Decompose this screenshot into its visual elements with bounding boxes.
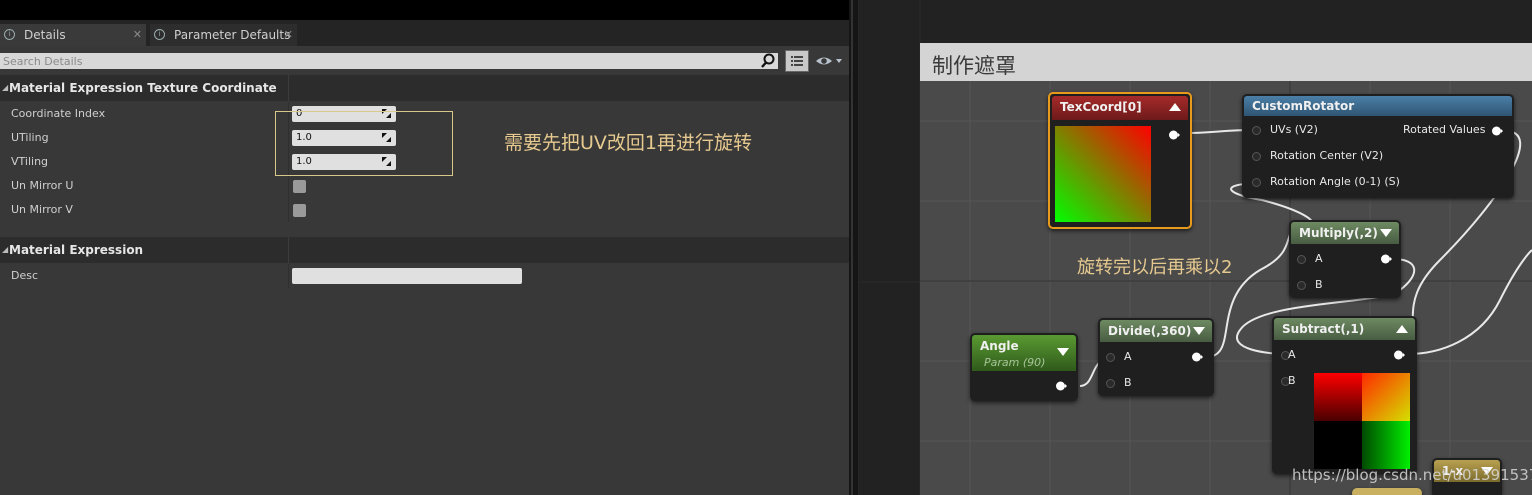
pin-label: Rotation Center (V2) xyxy=(1270,149,1384,162)
output-pin-icon[interactable] xyxy=(1492,126,1503,136)
pin-label: UVs (V2) xyxy=(1270,123,1318,136)
node-header: CustomRotator xyxy=(1244,96,1512,116)
uvs-input-pin[interactable] xyxy=(1252,126,1261,135)
pin-label: A xyxy=(1288,348,1296,361)
node-title: TexCoord[0] xyxy=(1060,100,1142,114)
divide-node[interactable]: Divide(,360) A B xyxy=(1098,318,1214,396)
pin-label: B xyxy=(1315,278,1323,291)
multiply-node[interactable]: Multiply(,2) A B xyxy=(1289,220,1401,298)
pin-label: B xyxy=(1288,374,1296,387)
pin-label: A xyxy=(1124,350,1132,363)
node-title: Subtract(,1) xyxy=(1282,322,1365,336)
a-input-pin[interactable] xyxy=(1297,255,1306,264)
graph-annotation-text: 旋转完以后再乘以2 xyxy=(1077,257,1233,278)
node-header: Subtract(,1) xyxy=(1274,318,1415,340)
angle-param-node[interactable]: Angle Param (90) xyxy=(970,333,1078,401)
preview-thumbnail xyxy=(1055,126,1151,222)
node-title: Multiply(,2) xyxy=(1299,226,1378,240)
partial-node[interactable] xyxy=(1352,488,1422,495)
pin-label: B xyxy=(1124,376,1132,389)
node-subtitle: Param (90) xyxy=(984,356,1046,369)
b-input-pin[interactable] xyxy=(1106,379,1115,388)
b-input-pin[interactable] xyxy=(1297,281,1306,290)
subtract-node[interactable]: Subtract(,1) A B xyxy=(1272,316,1417,474)
custom-rotator-node[interactable]: CustomRotator UVs (V2) Rotation Center (… xyxy=(1242,94,1514,198)
preview-thumbnail xyxy=(1314,373,1410,469)
node-title: CustomRotator xyxy=(1252,99,1355,113)
collapse-icon[interactable] xyxy=(1380,229,1392,237)
pin-label: Rotated Values xyxy=(1403,123,1486,136)
collapse-icon[interactable] xyxy=(1057,348,1069,356)
node-header: TexCoord[0] xyxy=(1052,96,1188,120)
node-header: Divide(,360) xyxy=(1100,320,1212,342)
node-title: Angle xyxy=(980,339,1019,353)
output-pin-icon[interactable] xyxy=(1169,130,1180,140)
node-title: Divide(,360) xyxy=(1108,324,1192,338)
pin-label: A xyxy=(1315,252,1323,265)
output-pin-icon[interactable] xyxy=(1056,381,1067,391)
rotation-center-input-pin[interactable] xyxy=(1252,152,1261,161)
output-pin-icon[interactable] xyxy=(1192,352,1203,362)
collapse-icon[interactable] xyxy=(1169,103,1181,111)
a-input-pin[interactable] xyxy=(1106,353,1115,362)
watermark-text: https://blog.csdn.net/u013915370 xyxy=(1292,466,1532,484)
pin-label: Rotation Angle (0-1) (S) xyxy=(1270,175,1400,188)
output-pin-icon[interactable] xyxy=(1381,254,1392,264)
rotation-angle-input-pin[interactable] xyxy=(1252,178,1261,187)
node-header: Angle Param (90) xyxy=(972,335,1076,371)
collapse-icon[interactable] xyxy=(1193,327,1205,335)
node-header: Multiply(,2) xyxy=(1291,222,1399,244)
output-pin-icon[interactable] xyxy=(1394,350,1405,360)
collapse-icon[interactable] xyxy=(1396,325,1408,333)
texcoord-node[interactable]: TexCoord[0] xyxy=(1048,92,1192,229)
